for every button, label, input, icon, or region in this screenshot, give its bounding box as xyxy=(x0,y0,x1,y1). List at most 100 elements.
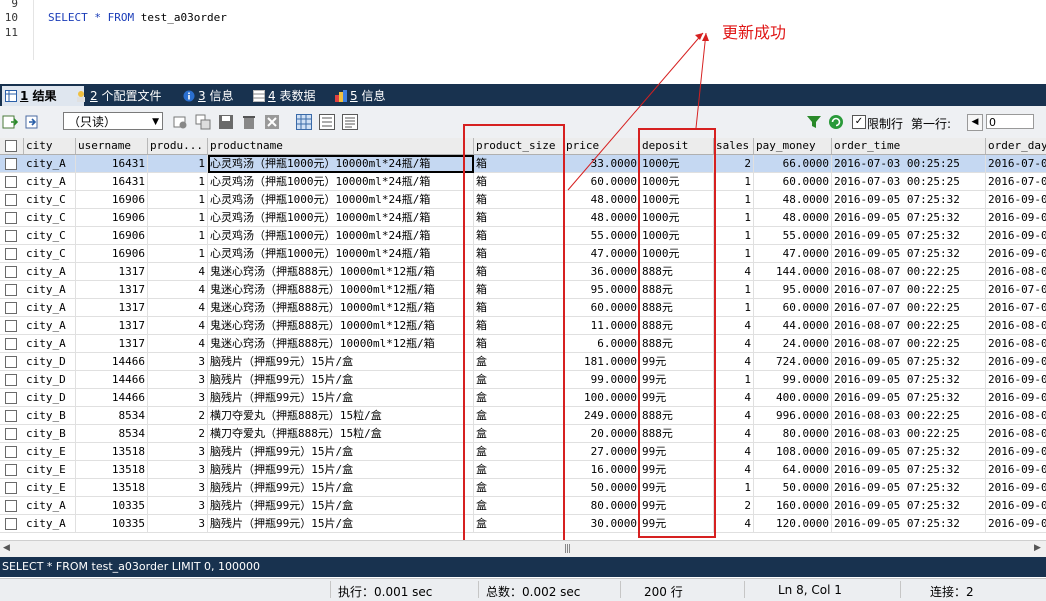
table-cell[interactable]: 60.0000 xyxy=(754,173,832,191)
table-cell[interactable]: 14466 xyxy=(76,353,148,371)
delete-icon[interactable] xyxy=(241,114,257,130)
table-cell[interactable]: 11.0000 xyxy=(564,317,640,335)
table-cell[interactable]: 2 xyxy=(714,155,754,173)
table-cell[interactable]: 996.0000 xyxy=(754,407,832,425)
grid-view-icon[interactable] xyxy=(296,114,312,130)
table-cell[interactable]: 心灵鸡汤（押瓶1000元）10000ml*24瓶/箱 xyxy=(208,155,474,173)
text-view-icon[interactable] xyxy=(342,114,358,130)
column-header[interactable]: order_day xyxy=(986,138,1046,154)
row-checkbox[interactable] xyxy=(5,428,17,440)
column-header[interactable]: city xyxy=(24,138,76,154)
table-cell[interactable]: city_C xyxy=(24,245,76,263)
table-cell[interactable]: 1317 xyxy=(76,317,148,335)
table-cell[interactable]: 80.0000 xyxy=(564,497,640,515)
table-cell[interactable]: 4 xyxy=(714,335,754,353)
table-cell[interactable]: 2016-08-0 xyxy=(986,335,1046,353)
table-cell[interactable]: city_A xyxy=(24,281,76,299)
table-cell[interactable]: 2016-07-0 xyxy=(986,155,1046,173)
row-checkbox[interactable] xyxy=(5,464,17,476)
table-cell[interactable]: 2016-09-05 07:25:32 xyxy=(832,209,986,227)
table-cell[interactable]: 3 xyxy=(148,497,208,515)
table-cell[interactable]: 95.0000 xyxy=(754,281,832,299)
tab-info-2[interactable]: 5 信息 xyxy=(332,86,385,106)
table-cell[interactable]: 2016-08-0 xyxy=(986,317,1046,335)
table-cell[interactable]: city_D xyxy=(24,371,76,389)
table-cell[interactable]: city_C xyxy=(24,191,76,209)
table-cell[interactable]: 8534 xyxy=(76,425,148,443)
table-cell[interactable]: 13518 xyxy=(76,461,148,479)
row-checkbox[interactable] xyxy=(5,338,17,350)
row-checkbox[interactable] xyxy=(5,518,17,530)
table-cell[interactable]: 2016-09-0 xyxy=(986,443,1046,461)
horizontal-scrollbar[interactable]: ◀ ||| ▶ xyxy=(0,540,1046,558)
table-cell[interactable]: 2 xyxy=(148,407,208,425)
table-cell[interactable]: 1 xyxy=(714,173,754,191)
table-cell[interactable]: 160.0000 xyxy=(754,497,832,515)
scroll-right-icon[interactable]: ▶ xyxy=(1034,543,1041,553)
table-cell[interactable]: 2016-08-0 xyxy=(986,407,1046,425)
table-cell[interactable]: 2016-08-0 xyxy=(986,425,1046,443)
table-cell[interactable]: 鬼迷心窍汤（押瓶888元）10000ml*12瓶/箱 xyxy=(208,317,474,335)
table-cell[interactable]: 2016-09-05 07:25:32 xyxy=(832,245,986,263)
table-cell[interactable]: 2016-09-0 xyxy=(986,353,1046,371)
table-cell[interactable]: 4 xyxy=(148,281,208,299)
table-cell[interactable]: city_A xyxy=(24,299,76,317)
table-cell[interactable]: 3 xyxy=(148,371,208,389)
table-cell[interactable]: 2016-07-07 00:22:25 xyxy=(832,281,986,299)
table-cell[interactable]: 2016-09-0 xyxy=(986,479,1046,497)
table-cell[interactable]: 1 xyxy=(714,209,754,227)
table-cell[interactable]: 4 xyxy=(714,263,754,281)
tab-profiles[interactable]: 2 个配置文件 xyxy=(72,86,161,106)
table-cell[interactable]: 4 xyxy=(714,353,754,371)
table-cell[interactable]: 1 xyxy=(714,245,754,263)
table-cell[interactable]: 2016-09-05 07:25:32 xyxy=(832,497,986,515)
table-cell[interactable]: 95.0000 xyxy=(564,281,640,299)
table-cell[interactable]: 44.0000 xyxy=(754,317,832,335)
table-cell[interactable]: 16906 xyxy=(76,227,148,245)
table-cell[interactable]: 2016-09-0 xyxy=(986,461,1046,479)
table-cell[interactable]: 50.0000 xyxy=(754,479,832,497)
table-cell[interactable]: 4 xyxy=(148,317,208,335)
table-cell[interactable]: city_E xyxy=(24,479,76,497)
tab-info[interactable]: 3 信息 xyxy=(180,86,233,106)
row-checkbox[interactable] xyxy=(5,212,17,224)
table-cell[interactable]: 2016-09-05 07:25:32 xyxy=(832,227,986,245)
insert-row-icon[interactable] xyxy=(172,114,188,130)
table-cell[interactable]: 80.0000 xyxy=(754,425,832,443)
row-checkbox[interactable] xyxy=(5,230,17,242)
table-cell[interactable]: 2016-07-0 xyxy=(986,281,1046,299)
table-cell[interactable]: 14466 xyxy=(76,371,148,389)
table-cell[interactable]: 横刀夺爱丸（押瓶888元）15粒/盒 xyxy=(208,425,474,443)
table-cell[interactable]: 13518 xyxy=(76,479,148,497)
row-checkbox[interactable] xyxy=(5,302,17,314)
table-cell[interactable]: 2016-09-05 07:25:32 xyxy=(832,443,986,461)
prev-page-button[interactable]: ◀ xyxy=(967,114,983,131)
table-cell[interactable]: 144.0000 xyxy=(754,263,832,281)
table-cell[interactable]: 心灵鸡汤（押瓶1000元）10000ml*24瓶/箱 xyxy=(208,209,474,227)
table-cell[interactable]: 2016-09-0 xyxy=(986,497,1046,515)
column-header[interactable]: username xyxy=(76,138,148,154)
limit-rows-checkbox[interactable]: ✓ xyxy=(852,115,866,129)
table-cell[interactable]: 2016-07-07 00:22:25 xyxy=(832,299,986,317)
table-cell[interactable]: city_A xyxy=(24,173,76,191)
table-cell[interactable]: city_B xyxy=(24,425,76,443)
sql-query-line[interactable]: SELECT * FROM test_a03order xyxy=(48,11,227,24)
table-cell[interactable]: 1 xyxy=(714,281,754,299)
refresh-icon[interactable] xyxy=(828,114,844,130)
import-icon[interactable] xyxy=(25,114,41,130)
table-cell[interactable]: 2016-09-0 xyxy=(986,227,1046,245)
table-cell[interactable]: 2016-08-07 00:22:25 xyxy=(832,335,986,353)
table-cell[interactable]: city_D xyxy=(24,389,76,407)
table-cell[interactable]: 脑残片（押瓶99元）15片/盒 xyxy=(208,497,474,515)
table-cell[interactable]: 3 xyxy=(148,443,208,461)
table-cell[interactable]: 27.0000 xyxy=(564,443,640,461)
table-cell[interactable]: 2016-09-05 07:25:32 xyxy=(832,389,986,407)
table-cell[interactable]: 4 xyxy=(714,425,754,443)
table-cell[interactable]: 3 xyxy=(148,461,208,479)
table-cell[interactable]: 2016-09-05 07:25:32 xyxy=(832,191,986,209)
column-header[interactable]: productname xyxy=(208,138,474,154)
table-cell[interactable]: 1 xyxy=(714,479,754,497)
table-cell[interactable]: 48.0000 xyxy=(754,209,832,227)
table-cell[interactable]: 47.0000 xyxy=(754,245,832,263)
table-cell[interactable]: 60.0000 xyxy=(564,299,640,317)
